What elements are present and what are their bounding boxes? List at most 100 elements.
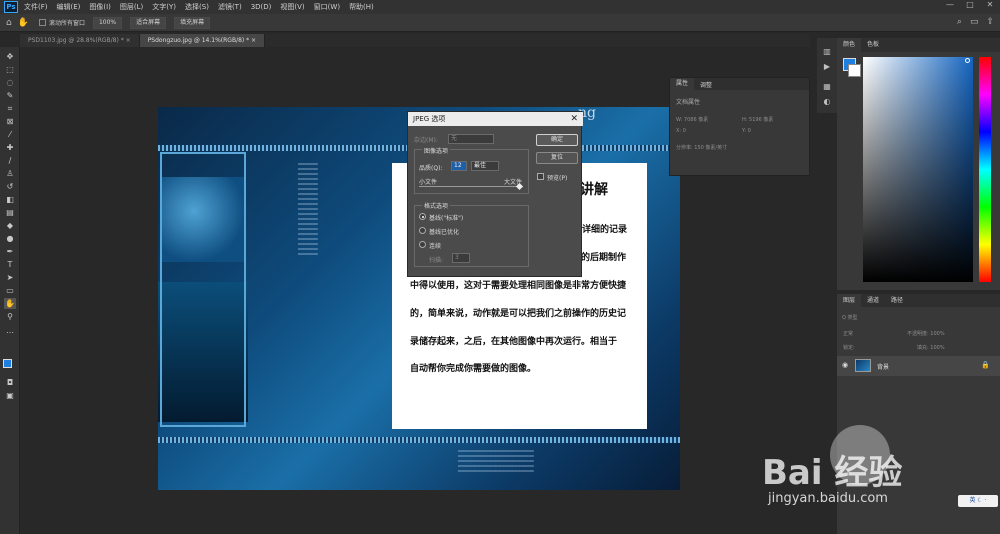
ok-button[interactable]: 确定 [536, 134, 578, 146]
zoom-tool-icon[interactable]: ⚲ [4, 311, 16, 322]
dodge-icon[interactable]: ● [4, 233, 16, 244]
baseline-optimized-radio[interactable] [419, 227, 426, 234]
tab-properties[interactable]: 属性 [670, 78, 695, 90]
path-select-icon[interactable]: ➤ [4, 272, 16, 283]
info-panel-icon[interactable]: ▦ [821, 81, 833, 92]
gradient-icon[interactable]: ▤ [4, 207, 16, 218]
matte-select[interactable]: 无 [448, 134, 494, 144]
decorative-footer-text: ════════════════════════════════════════… [458, 449, 534, 473]
brush-tool-icon[interactable]: ∕ [4, 155, 16, 166]
tab-adjustments[interactable]: 调整 [694, 80, 718, 89]
menu-image[interactable]: 图像(I) [89, 2, 111, 12]
workspace-icon[interactable]: ▭ [970, 17, 979, 27]
options-bar: ⌂ ✋ 滚动所有窗口 100% 适合屏幕 填充屏幕 ⌕ ▭ ⇪ [0, 14, 1000, 32]
rectangle-tool-icon[interactable]: ▭ [4, 285, 16, 296]
marquee-tool-icon[interactable]: ⬚ [4, 64, 16, 75]
clone-stamp-icon[interactable]: ♙ [4, 168, 16, 179]
adjustments-panel-icon[interactable]: ◐ [821, 96, 833, 107]
tab-swatches[interactable]: 色板 [861, 38, 885, 52]
foreground-color-swatch[interactable] [3, 359, 12, 368]
dialog-title: JPEG 选项 [413, 115, 446, 123]
menu-file[interactable]: 文件(F) [24, 2, 48, 12]
minimize-button[interactable]: — [940, 0, 960, 9]
more-tools-icon[interactable]: ⋯ [4, 327, 16, 338]
opacity-field[interactable]: 不透明度: 100% [907, 330, 945, 337]
healing-brush-icon[interactable]: ✚ [4, 142, 16, 153]
tab-color[interactable]: 颜色 [837, 38, 862, 52]
quality-label: 品质(Q): [419, 165, 443, 172]
tab-psdongzuo[interactable]: PSdongzuo.jpg @ 14.1%(RGB/8) * × [139, 34, 266, 47]
quick-select-icon[interactable]: ✎ [4, 90, 16, 101]
frame-tool-icon[interactable]: ⊠ [4, 116, 16, 127]
home-icon[interactable]: ⌂ [6, 18, 12, 28]
menu-window[interactable]: 窗口(W) [314, 2, 340, 12]
history-brush-icon[interactable]: ↺ [4, 181, 16, 192]
tools-panel: ✥ ⬚ ◌ ✎ ⌗ ⊠ ⁄ ✚ ∕ ♙ ↺ ◧ ▤ ◆ ● ✒ T ➤ ▭ ✋ … [0, 47, 20, 534]
menu-select[interactable]: 选择(S) [185, 2, 209, 12]
zoom-100-button[interactable]: 100% [92, 16, 123, 29]
jpeg-options-dialog: JPEG 选项 ✕ 杂边(M): 无 图像选项 品质(Q): 12 最佳 小文件… [407, 111, 583, 277]
menu-layer[interactable]: 图层(L) [120, 2, 143, 12]
panel-background-swatch[interactable] [848, 64, 861, 77]
menu-view[interactable]: 视图(V) [280, 2, 304, 12]
crop-tool-icon[interactable]: ⌗ [4, 103, 16, 114]
text-line-4: 的，简单来说，动作就是可以把我们之前操作的历史记 [410, 309, 627, 319]
eyedropper-icon[interactable]: ⁄ [4, 129, 16, 140]
dialog-titlebar[interactable]: JPEG 选项 ✕ [408, 112, 583, 126]
watermark-url: jingyan.baidu.com [768, 491, 888, 506]
scans-select[interactable]: 3 [452, 253, 470, 263]
layer-name: 背景 [877, 364, 890, 371]
layer-row-background[interactable]: ◉ 背景 🔒 [837, 356, 1000, 376]
fill-screen-button[interactable]: 填充屏幕 [174, 16, 211, 29]
baseline-standard-radio[interactable] [419, 213, 426, 220]
height-readout: H: 5196 像素 [742, 117, 774, 123]
blend-mode-select[interactable]: 正常 [843, 330, 853, 337]
hand-tool-icon-active[interactable]: ✋ [4, 298, 16, 309]
hand-tool-icon[interactable]: ✋ [18, 18, 29, 28]
quick-mask-icon[interactable]: ◘ [4, 377, 16, 388]
text-line-6: 自动帮你完成你需要做的图像。 [410, 364, 537, 374]
layer-kind-filter[interactable]: Q 类型 [842, 314, 858, 321]
tab-layers[interactable]: 图层 [837, 294, 862, 307]
type-tool-icon[interactable]: T [4, 259, 16, 270]
ime-indicator[interactable]: 英 ☾ · [958, 495, 998, 507]
preview-checkbox[interactable] [537, 173, 544, 180]
move-tool-icon[interactable]: ✥ [4, 51, 16, 62]
document-properties-label: 文档属性 [676, 99, 701, 106]
dialog-close-icon[interactable]: ✕ [570, 112, 578, 126]
visibility-eye-icon[interactable]: ◉ [842, 361, 848, 369]
fill-field[interactable]: 填充: 100% [917, 344, 945, 351]
progressive-radio[interactable] [419, 241, 426, 248]
eraser-icon[interactable]: ◧ [4, 194, 16, 205]
quality-slider-track[interactable] [419, 186, 523, 187]
scroll-all-checkbox[interactable] [38, 19, 46, 26]
lasso-tool-icon[interactable]: ◌ [4, 77, 16, 88]
history-panel-icon[interactable]: ▥ [821, 46, 833, 57]
tab-channels[interactable]: 通道 [861, 294, 885, 307]
tab-paths[interactable]: 路径 [885, 294, 909, 307]
search-icon[interactable]: ⌕ [957, 17, 962, 27]
quality-preset-select[interactable]: 最佳 [471, 161, 499, 171]
fit-screen-button[interactable]: 适合屏幕 [130, 16, 167, 29]
screen-mode-icon[interactable]: ▣ [4, 390, 16, 401]
close-window-button[interactable]: ✕ [980, 0, 1000, 9]
quality-input[interactable]: 12 [451, 161, 467, 171]
hue-slider[interactable] [979, 57, 991, 282]
menu-help[interactable]: 帮助(H) [349, 2, 374, 12]
x-readout: X: 0 [676, 128, 686, 134]
menu-filter[interactable]: 滤镜(T) [218, 2, 242, 12]
color-field-cursor[interactable] [965, 58, 970, 63]
tab-psd1103[interactable]: PSD1103.jpg @ 28.8%(RGB/8) * × [20, 34, 140, 47]
color-field[interactable] [863, 57, 973, 282]
maximize-button[interactable]: □ [960, 0, 980, 9]
blur-icon[interactable]: ◆ [4, 220, 16, 231]
share-icon[interactable]: ⇪ [986, 17, 994, 27]
menu-3d[interactable]: 3D(D) [251, 3, 272, 11]
actions-panel-icon[interactable]: ▶ [821, 61, 833, 72]
document-heading-fragment: 讲解 [580, 182, 608, 198]
menu-edit[interactable]: 编辑(E) [57, 2, 81, 12]
reset-button[interactable]: 复位 [536, 152, 578, 164]
pen-tool-icon[interactable]: ✒ [4, 246, 16, 257]
baseline-optimized-label: 基线已优化 [429, 229, 460, 236]
menu-type[interactable]: 文字(Y) [152, 2, 176, 12]
